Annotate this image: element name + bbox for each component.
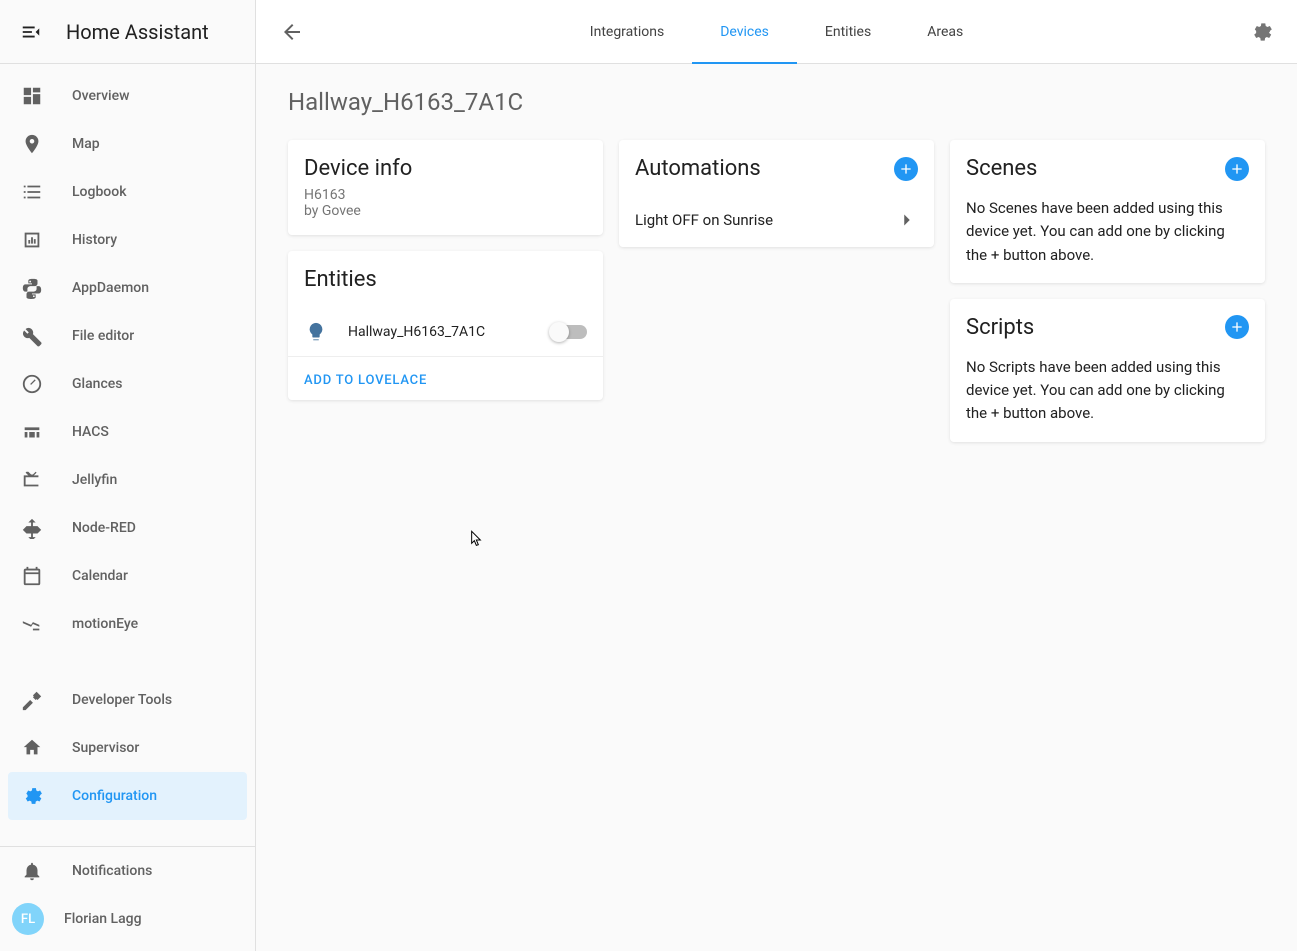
entities-title: Entities xyxy=(304,267,587,292)
sidebar: Home Assistant Overview Map Logbook Hist… xyxy=(0,0,256,951)
sidebar-item-hacs[interactable]: HACS xyxy=(0,408,255,456)
dashboard-icon xyxy=(20,84,44,108)
sidebar-item-label: Notifications xyxy=(72,863,152,879)
sidebar-item-notifications[interactable]: Notifications xyxy=(0,847,255,895)
sidebar-item-supervisor[interactable]: Supervisor xyxy=(0,724,255,772)
sidebar-item-user[interactable]: FL Florian Lagg xyxy=(0,895,255,943)
sidebar-item-appdaemon[interactable]: AppDaemon xyxy=(0,264,255,312)
sidebar-item-label: Jellyfin xyxy=(72,472,117,488)
sidebar-item-label: History xyxy=(72,232,117,248)
wrench-icon xyxy=(20,324,44,348)
sidebar-item-map[interactable]: Map xyxy=(0,120,255,168)
settings-button[interactable] xyxy=(1241,12,1281,52)
gauge-icon xyxy=(20,372,44,396)
device-model: H6163 xyxy=(304,187,587,203)
sidebar-item-glances[interactable]: Glances xyxy=(0,360,255,408)
chevron-right-icon xyxy=(896,209,918,231)
topbar: Integrations Devices Entities Areas xyxy=(256,0,1297,64)
tabs: Integrations Devices Entities Areas xyxy=(312,0,1241,64)
sidebar-item-file-editor[interactable]: File editor xyxy=(0,312,255,360)
sidebar-item-node-red[interactable]: Node-RED xyxy=(0,504,255,552)
entity-row[interactable]: Hallway_H6163_7A1C xyxy=(288,308,603,356)
sidebar-item-label: Logbook xyxy=(72,184,127,200)
sidebar-item-motioneye[interactable]: motionEye xyxy=(0,600,255,648)
user-name: Florian Lagg xyxy=(64,911,142,927)
sidebar-item-label: Map xyxy=(72,136,100,152)
logbook-icon xyxy=(20,180,44,204)
automations-title: Automations xyxy=(635,156,761,181)
automation-item[interactable]: Light OFF on Sunrise xyxy=(619,197,934,247)
add-script-button[interactable] xyxy=(1225,315,1249,339)
sidebar-item-label: AppDaemon xyxy=(72,280,149,296)
sidebar-item-overview[interactable]: Overview xyxy=(0,72,255,120)
scenes-title: Scenes xyxy=(966,156,1037,181)
page-title: Hallway_H6163_7A1C xyxy=(288,88,1265,116)
sidebar-item-label: Glances xyxy=(72,376,122,392)
sidebar-item-label: Node-RED xyxy=(72,520,136,536)
camera-icon xyxy=(20,612,44,636)
sidebar-item-label: Developer Tools xyxy=(72,692,172,708)
sidebar-item-label: Overview xyxy=(72,88,129,104)
menu-collapse-icon[interactable] xyxy=(20,21,42,43)
history-icon xyxy=(20,228,44,252)
add-automation-button[interactable] xyxy=(894,157,918,181)
gear-icon xyxy=(20,784,44,808)
device-by: by Govee xyxy=(304,203,587,219)
automation-label: Light OFF on Sunrise xyxy=(635,211,773,229)
tab-entities[interactable]: Entities xyxy=(797,0,899,64)
map-icon xyxy=(20,132,44,156)
back-button[interactable] xyxy=(272,12,312,52)
sidebar-item-label: HACS xyxy=(72,424,109,440)
tab-areas[interactable]: Areas xyxy=(899,0,991,64)
calendar-icon xyxy=(20,564,44,588)
device-info-card: Device info H6163 by Govee xyxy=(288,140,603,235)
main-panel: Integrations Devices Entities Areas Hall… xyxy=(256,0,1297,951)
sidebar-item-jellyfin[interactable]: Jellyfin xyxy=(0,456,255,504)
sidebar-header: Home Assistant xyxy=(0,0,255,64)
scripts-card: Scripts No Scripts have been added using… xyxy=(950,299,1265,442)
scenes-empty-text: No Scenes have been added using this dev… xyxy=(950,197,1265,283)
add-to-lovelace-button[interactable]: ADD TO LOVELACE xyxy=(304,373,427,388)
sidebar-item-developer-tools[interactable]: Developer Tools xyxy=(0,676,255,724)
bell-icon xyxy=(20,859,44,883)
sidebar-list: Overview Map Logbook History AppDaemon F… xyxy=(0,64,255,838)
entity-toggle[interactable] xyxy=(551,325,587,339)
add-scene-button[interactable] xyxy=(1225,157,1249,181)
user-avatar: FL xyxy=(12,903,44,935)
sidebar-item-label: Calendar xyxy=(72,568,128,584)
automations-card: Automations Light OFF on Sunrise xyxy=(619,140,934,247)
tab-integrations[interactable]: Integrations xyxy=(562,0,692,64)
node-red-icon xyxy=(20,516,44,540)
tab-devices[interactable]: Devices xyxy=(692,0,797,64)
scripts-title: Scripts xyxy=(966,315,1034,340)
entity-label: Hallway_H6163_7A1C xyxy=(348,324,531,340)
sidebar-item-label: motionEye xyxy=(72,616,138,632)
tv-icon xyxy=(20,468,44,492)
scripts-empty-text: No Scripts have been added using this de… xyxy=(950,356,1265,442)
sidebar-item-calendar[interactable]: Calendar xyxy=(0,552,255,600)
scenes-card: Scenes No Scenes have been added using t… xyxy=(950,140,1265,283)
sidebar-item-history[interactable]: History xyxy=(0,216,255,264)
lightbulb-icon xyxy=(304,320,328,344)
sidebar-item-label: Supervisor xyxy=(72,740,139,756)
sidebar-item-label: Configuration xyxy=(72,788,157,804)
app-title: Home Assistant xyxy=(66,20,209,44)
sidebar-item-label: File editor xyxy=(72,328,134,344)
hacs-icon xyxy=(20,420,44,444)
sidebar-item-configuration[interactable]: Configuration xyxy=(8,772,247,820)
hammer-icon xyxy=(20,688,44,712)
supervisor-icon xyxy=(20,736,44,760)
python-icon xyxy=(20,276,44,300)
content: Hallway_H6163_7A1C Device info H6163 by … xyxy=(256,64,1297,466)
entities-card: Entities Hallway_H6163_7A1C ADD TO LOVEL… xyxy=(288,251,603,400)
sidebar-item-logbook[interactable]: Logbook xyxy=(0,168,255,216)
device-info-title: Device info xyxy=(304,156,587,181)
